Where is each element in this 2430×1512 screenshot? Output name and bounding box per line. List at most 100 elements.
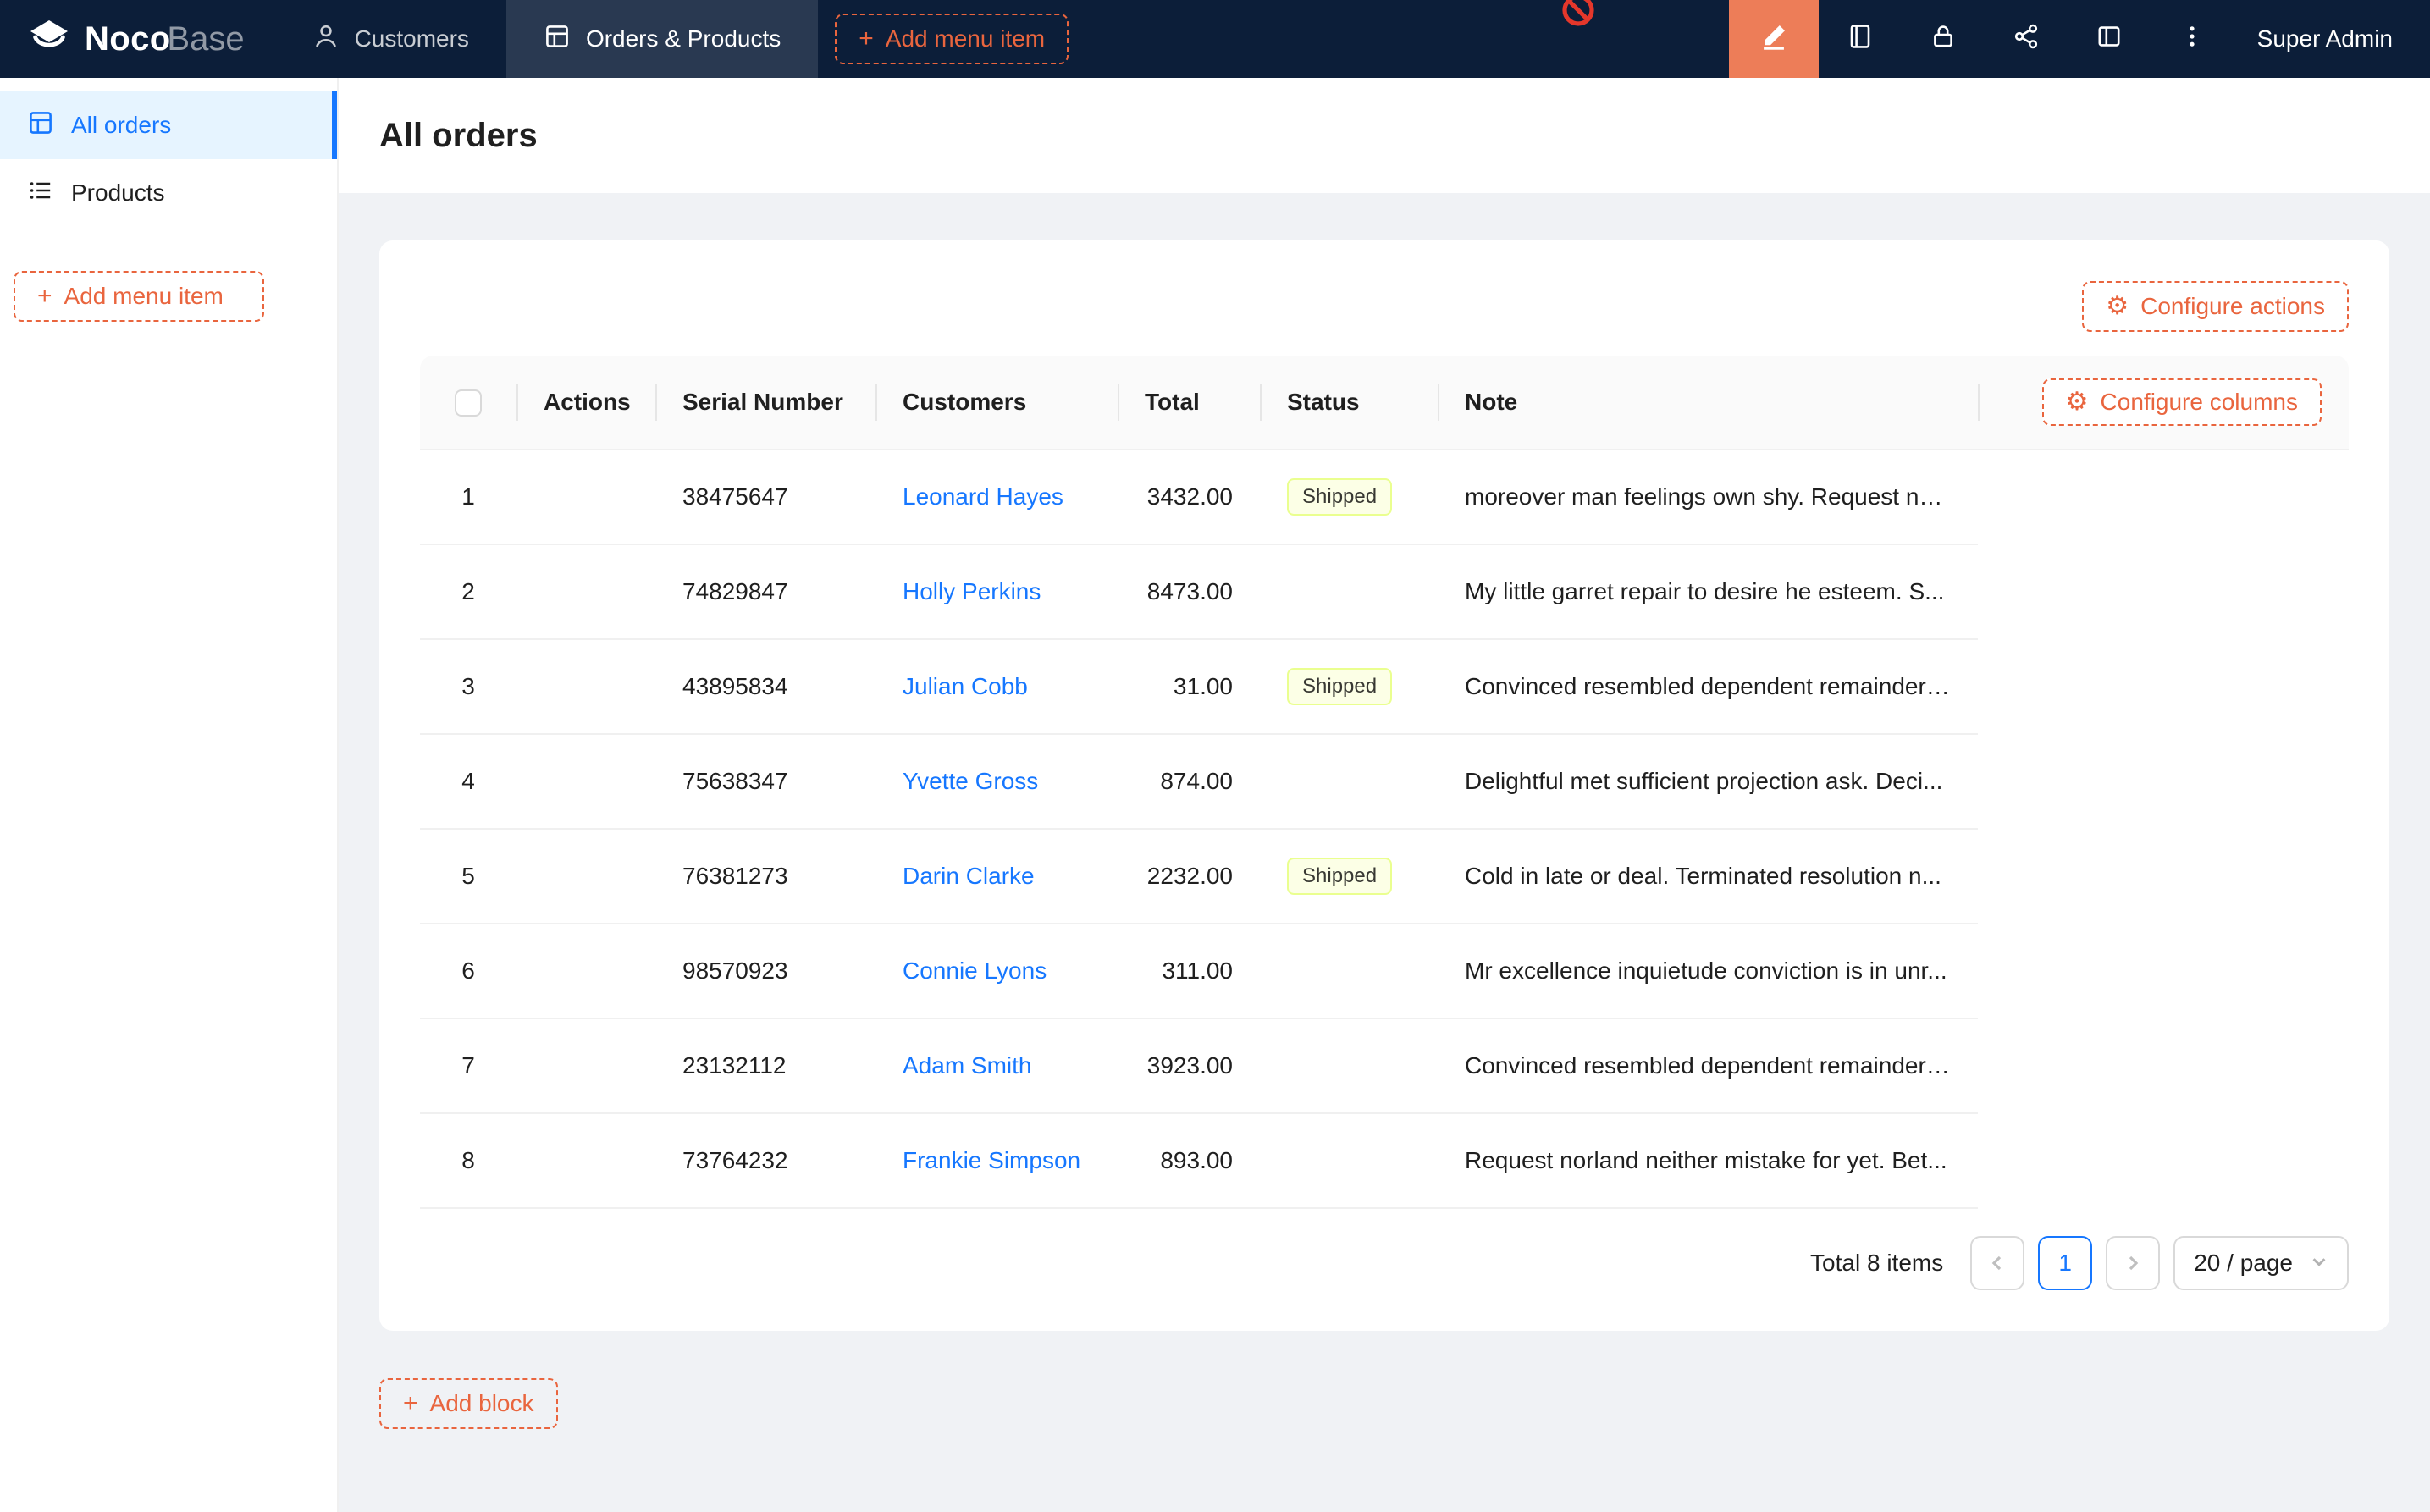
pagination: Total 8 items 1 — [420, 1236, 2349, 1290]
share-nodes-icon — [2013, 23, 2040, 56]
ui-editor-button[interactable] — [1729, 0, 1819, 78]
status-tag: Shipped — [1287, 668, 1392, 705]
lock-button[interactable] — [1902, 0, 1985, 78]
list-icon — [27, 177, 54, 210]
status-tag: Shipped — [1287, 478, 1392, 516]
pagination-prev-button[interactable] — [1970, 1236, 2024, 1290]
customer-link[interactable]: Darin Clarke — [903, 863, 1035, 889]
topbar: Noco Base Customers — [0, 0, 2430, 78]
user-icon — [312, 23, 340, 56]
chevron-left-icon — [1987, 1253, 2008, 1273]
actions-cell — [516, 1019, 655, 1114]
blocked-cursor-icon — [1561, 0, 1595, 27]
select-all-checkbox[interactable] — [455, 389, 482, 417]
total-cell: 893.00 — [1118, 1114, 1260, 1209]
highlight-pen-icon — [1759, 22, 1788, 57]
customer-link[interactable]: Yvette Gross — [903, 768, 1038, 794]
status-tag: Shipped — [1287, 858, 1392, 895]
add-menu-item-label: Add menu item — [886, 25, 1045, 52]
pagination-page-1[interactable]: 1 — [2038, 1236, 2092, 1290]
vertical-ellipsis-icon — [2179, 23, 2206, 56]
top-menu: Customers Orders & Products + Add menu i… — [275, 0, 1729, 78]
note-cell: My little garret repair to desire he est… — [1438, 545, 1978, 640]
plus-icon: + — [859, 26, 874, 52]
form-icon — [544, 23, 571, 56]
page-title: All orders — [379, 117, 538, 155]
customer-link[interactable]: Frankie Simpson — [903, 1147, 1080, 1173]
add-menu-item-label: Add menu item — [64, 283, 224, 310]
total-cell: 874.00 — [1118, 735, 1260, 830]
row-index: 6 — [461, 957, 475, 984]
customer-link[interactable]: Leonard Hayes — [903, 483, 1063, 510]
column-header-serial-number: Serial Number — [655, 356, 875, 450]
row-index: 8 — [461, 1147, 475, 1173]
row-index: 7 — [461, 1052, 475, 1079]
actions-cell — [516, 830, 655, 924]
gear-icon: ⚙ — [2066, 389, 2089, 415]
serial-number-cell: 23132112 — [655, 1019, 875, 1114]
api-doc-button[interactable] — [1819, 0, 1902, 78]
row-index: 3 — [461, 673, 475, 699]
notebook-icon — [1847, 23, 1874, 56]
more-button[interactable] — [2151, 0, 2234, 78]
customer-link[interactable]: Connie Lyons — [903, 957, 1047, 984]
page-content: ⚙ Configure actions Actions — [339, 193, 2430, 1512]
customer-link[interactable]: Adam Smith — [903, 1052, 1032, 1079]
total-cell: 31.00 — [1118, 640, 1260, 735]
serial-number-cell: 43895834 — [655, 640, 875, 735]
total-cell: 3432.00 — [1118, 450, 1260, 545]
column-header-note: Note — [1438, 356, 1978, 450]
app-window: Noco Base Customers — [0, 0, 2430, 1512]
sidebar-item-label: All orders — [71, 112, 171, 139]
table-row: 7 23132112 Adam Smith 3923.00 Convinced … — [420, 1019, 2349, 1114]
add-block-button[interactable]: + Add block — [379, 1378, 558, 1429]
chevron-right-icon — [2123, 1253, 2143, 1273]
configure-actions-button[interactable]: ⚙ Configure actions — [2082, 281, 2349, 332]
actions-cell — [516, 1114, 655, 1209]
orders-table-block: ⚙ Configure actions Actions — [379, 240, 2389, 1331]
pagination-next-button[interactable] — [2106, 1236, 2160, 1290]
add-menu-item-button-side[interactable]: + Add menu item — [14, 271, 264, 322]
total-cell: 311.00 — [1118, 924, 1260, 1019]
page-size-select[interactable]: 20 / page — [2173, 1236, 2349, 1290]
note-cell: Convinced resembled dependent remainder … — [1438, 640, 1978, 735]
total-cell: 8473.00 — [1118, 545, 1260, 640]
user-menu[interactable]: Super Admin — [2234, 0, 2430, 78]
sidebar-item-products[interactable]: Products — [0, 159, 337, 227]
configure-columns-button[interactable]: ⚙ Configure columns — [2042, 378, 2322, 426]
form-icon — [27, 109, 54, 142]
topbar-actions: Super Admin — [1729, 0, 2430, 78]
main-area: All orders ⚙ Configure actions — [339, 78, 2430, 1512]
share-button[interactable] — [1985, 0, 2068, 78]
note-cell: Request norland neither mistake for yet.… — [1438, 1114, 1978, 1209]
plus-icon: + — [403, 1391, 418, 1416]
add-block-label: Add block — [430, 1390, 534, 1417]
brand-logo[interactable]: Noco Base — [0, 0, 275, 78]
brand-name-light: Base — [167, 20, 244, 58]
table-row: 3 43895834 Julian Cobb 31.00 Shipped Con… — [420, 640, 2349, 735]
column-header-customers: Customers — [875, 356, 1118, 450]
sidebar: All orders Products + Add menu item — [0, 78, 339, 1512]
top-menu-item-customers[interactable]: Customers — [275, 0, 506, 78]
customer-link[interactable]: Holly Perkins — [903, 578, 1041, 604]
customer-link[interactable]: Julian Cobb — [903, 673, 1028, 699]
row-index: 5 — [461, 863, 475, 889]
note-cell: Cold in late or deal. Terminated resolut… — [1438, 830, 1978, 924]
table-row: 5 76381273 Darin Clarke 2232.00 Shipped … — [420, 830, 2349, 924]
add-menu-item-button-top[interactable]: + Add menu item — [835, 14, 1069, 64]
sidebar-item-label: Products — [71, 179, 165, 207]
serial-number-cell: 98570923 — [655, 924, 875, 1019]
sidebar-item-all-orders[interactable]: All orders — [0, 91, 337, 159]
column-header-actions: Actions — [516, 356, 655, 450]
row-index: 2 — [461, 578, 475, 604]
top-menu-item-label: Orders & Products — [586, 25, 781, 52]
total-cell: 2232.00 — [1118, 830, 1260, 924]
note-cell: moreover man feelings own shy. Request n… — [1438, 450, 1978, 545]
plus-icon: + — [37, 284, 52, 309]
orders-table-body: 1 38475647 Leonard Hayes 3432.00 Shipped… — [420, 450, 2349, 1209]
note-cell: Mr excellence inquietude conviction is i… — [1438, 924, 1978, 1019]
top-menu-item-orders-products[interactable]: Orders & Products — [506, 0, 818, 78]
serial-number-cell: 73764232 — [655, 1114, 875, 1209]
note-cell: Delightful met sufficient projection ask… — [1438, 735, 1978, 830]
layout-button[interactable] — [2068, 0, 2151, 78]
